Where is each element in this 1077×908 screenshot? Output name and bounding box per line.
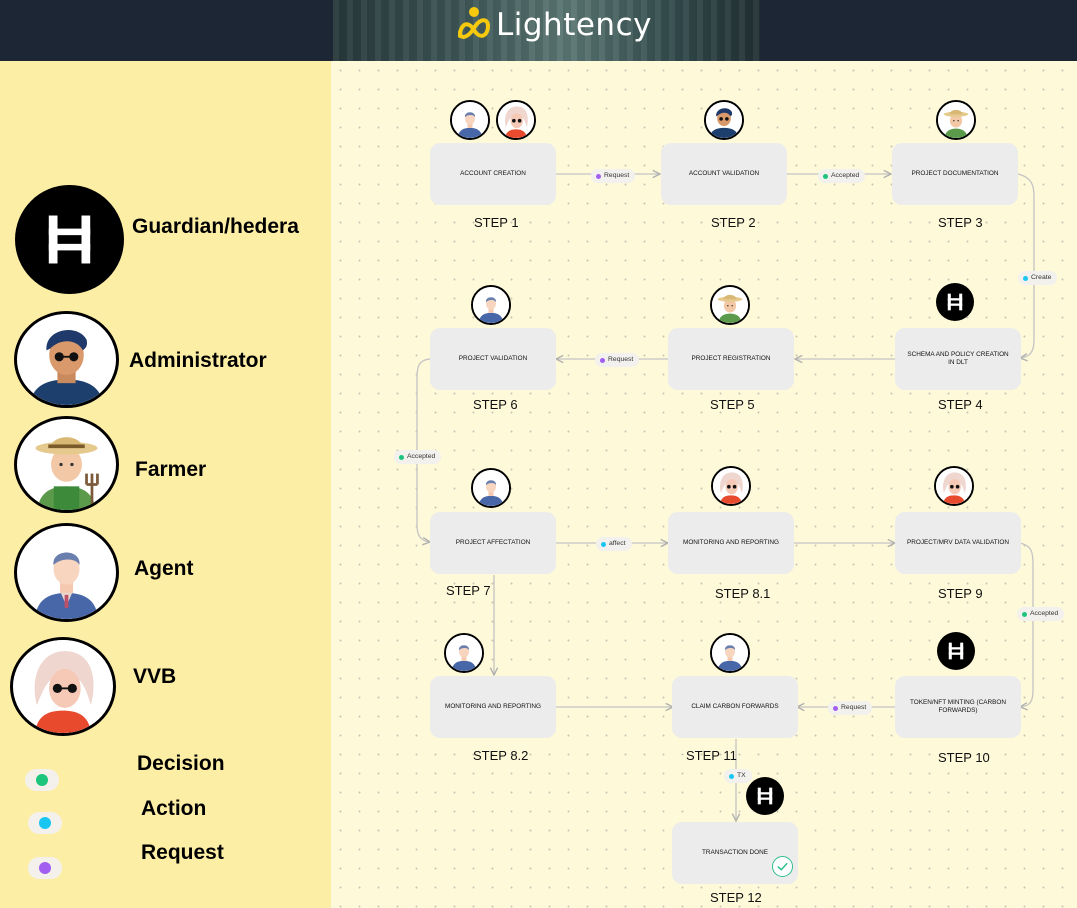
edge-tag-accepted: Accepted — [1017, 607, 1065, 621]
edge-tag-affect: affect — [596, 537, 632, 551]
administrator-avatar-icon — [704, 100, 744, 140]
step-label: STEP 3 — [938, 215, 983, 230]
step-label: STEP 5 — [710, 397, 755, 412]
edge-tag-accepted: Accepted — [394, 450, 442, 464]
step-label: STEP 6 — [473, 397, 518, 412]
legend-label-agent: Agent — [134, 557, 194, 580]
vvb-avatar-icon — [496, 100, 536, 140]
agent-avatar-icon — [14, 523, 119, 622]
vvb-avatar-icon — [934, 466, 974, 506]
action-swatch — [28, 812, 62, 834]
flow-node-monitoring-reporting-8-2[interactable]: MONITORING AND REPORTING — [430, 676, 556, 738]
header-bar: Lightency — [0, 0, 1077, 61]
request-swatch — [28, 857, 62, 879]
agent-avatar-icon — [471, 285, 511, 325]
edge-tag-create: Create — [1018, 271, 1058, 285]
request-dot-icon — [596, 173, 601, 179]
hedera-icon — [936, 283, 974, 321]
flow-node-token-nft-minting[interactable]: TOKEN/NFT MINTING (CARBON FORWARDS) — [895, 676, 1021, 738]
step-label: STEP 11 — [686, 748, 737, 763]
check-circle-icon — [772, 856, 793, 877]
legend-label-administrator: Administrator — [129, 349, 267, 372]
agent-avatar-icon — [471, 468, 511, 508]
decision-dot-icon — [823, 173, 828, 179]
logo-text: Lightency — [496, 7, 652, 43]
step-label: STEP 9 — [938, 586, 983, 601]
legend-label-vvb: VVB — [133, 665, 177, 688]
hedera-icon — [746, 777, 784, 815]
decision-dot-icon — [1022, 611, 1027, 617]
vvb-avatar-icon — [10, 637, 116, 736]
legend-label-guardian: Guardian/hedera — [132, 215, 299, 238]
agent-avatar-icon — [444, 633, 484, 673]
flow-node-project-mrv-data-validation[interactable]: PROJECT/MRV DATA VALIDATION — [895, 512, 1021, 574]
flow-node-account-validation[interactable]: ACCOUNT VALIDATION — [661, 143, 787, 205]
edge-tag-request: Request — [828, 701, 873, 715]
step-label: STEP 1 — [474, 215, 519, 230]
legend-label-decision: Decision — [137, 752, 225, 775]
action-dot-icon — [729, 773, 734, 779]
agent-avatar-icon — [710, 633, 750, 673]
step-label: STEP 8.1 — [715, 586, 771, 601]
step-label: STEP 12 — [710, 890, 762, 905]
lightency-logo: Lightency — [456, 6, 652, 44]
request-dot-icon — [39, 862, 51, 874]
decision-dot-icon — [36, 774, 48, 786]
flow-node-project-documentation[interactable]: PROJECT DOCUMENTATION — [892, 143, 1018, 205]
flow-node-project-affectation[interactable]: PROJECT AFFECTATION — [430, 512, 556, 574]
lightency-logo-icon — [458, 7, 491, 39]
action-dot-icon — [1023, 275, 1028, 281]
action-dot-icon — [601, 541, 606, 547]
flow-node-claim-carbon-forwards[interactable]: CLAIM CARBON FORWARDS — [672, 676, 798, 738]
flow-node-schema-policy-creation[interactable]: SCHEMA AND POLICY CREATION IN DLT — [895, 328, 1021, 390]
flow-node-monitoring-reporting-8-1[interactable]: MONITORING AND REPORTING — [668, 512, 794, 574]
flow-node-project-registration[interactable]: PROJECT REGISTRATION — [668, 328, 794, 390]
step-label: STEP 4 — [938, 397, 983, 412]
hedera-icon — [15, 185, 124, 294]
legend-label-action: Action — [141, 797, 207, 820]
edge-tag-accepted: Accepted — [818, 169, 866, 183]
legend-label-request: Request — [141, 841, 224, 864]
step-label: STEP 8.2 — [473, 748, 529, 763]
hedera-icon — [937, 632, 975, 670]
vvb-avatar-icon — [711, 466, 751, 506]
farmer-avatar-icon — [936, 100, 976, 140]
administrator-avatar-icon — [14, 311, 119, 408]
farmer-avatar-icon — [14, 416, 119, 513]
edge-tag-request: Request — [595, 353, 640, 367]
legend-label-farmer: Farmer — [135, 458, 207, 481]
edge-tag-request: Request — [591, 169, 636, 183]
action-dot-icon — [39, 817, 51, 829]
step-label: STEP 2 — [711, 215, 756, 230]
step-label: STEP 7 — [446, 583, 491, 598]
decision-swatch — [25, 769, 59, 791]
decision-dot-icon — [399, 454, 404, 460]
request-dot-icon — [600, 357, 605, 363]
flow-node-project-validation[interactable]: PROJECT VALIDATION — [430, 328, 556, 390]
flow-node-account-creation[interactable]: ACCOUNT CREATION — [430, 143, 556, 205]
farmer-avatar-icon — [710, 285, 750, 325]
agent-avatar-icon — [450, 100, 490, 140]
request-dot-icon — [833, 705, 838, 711]
step-label: STEP 10 — [938, 750, 990, 765]
